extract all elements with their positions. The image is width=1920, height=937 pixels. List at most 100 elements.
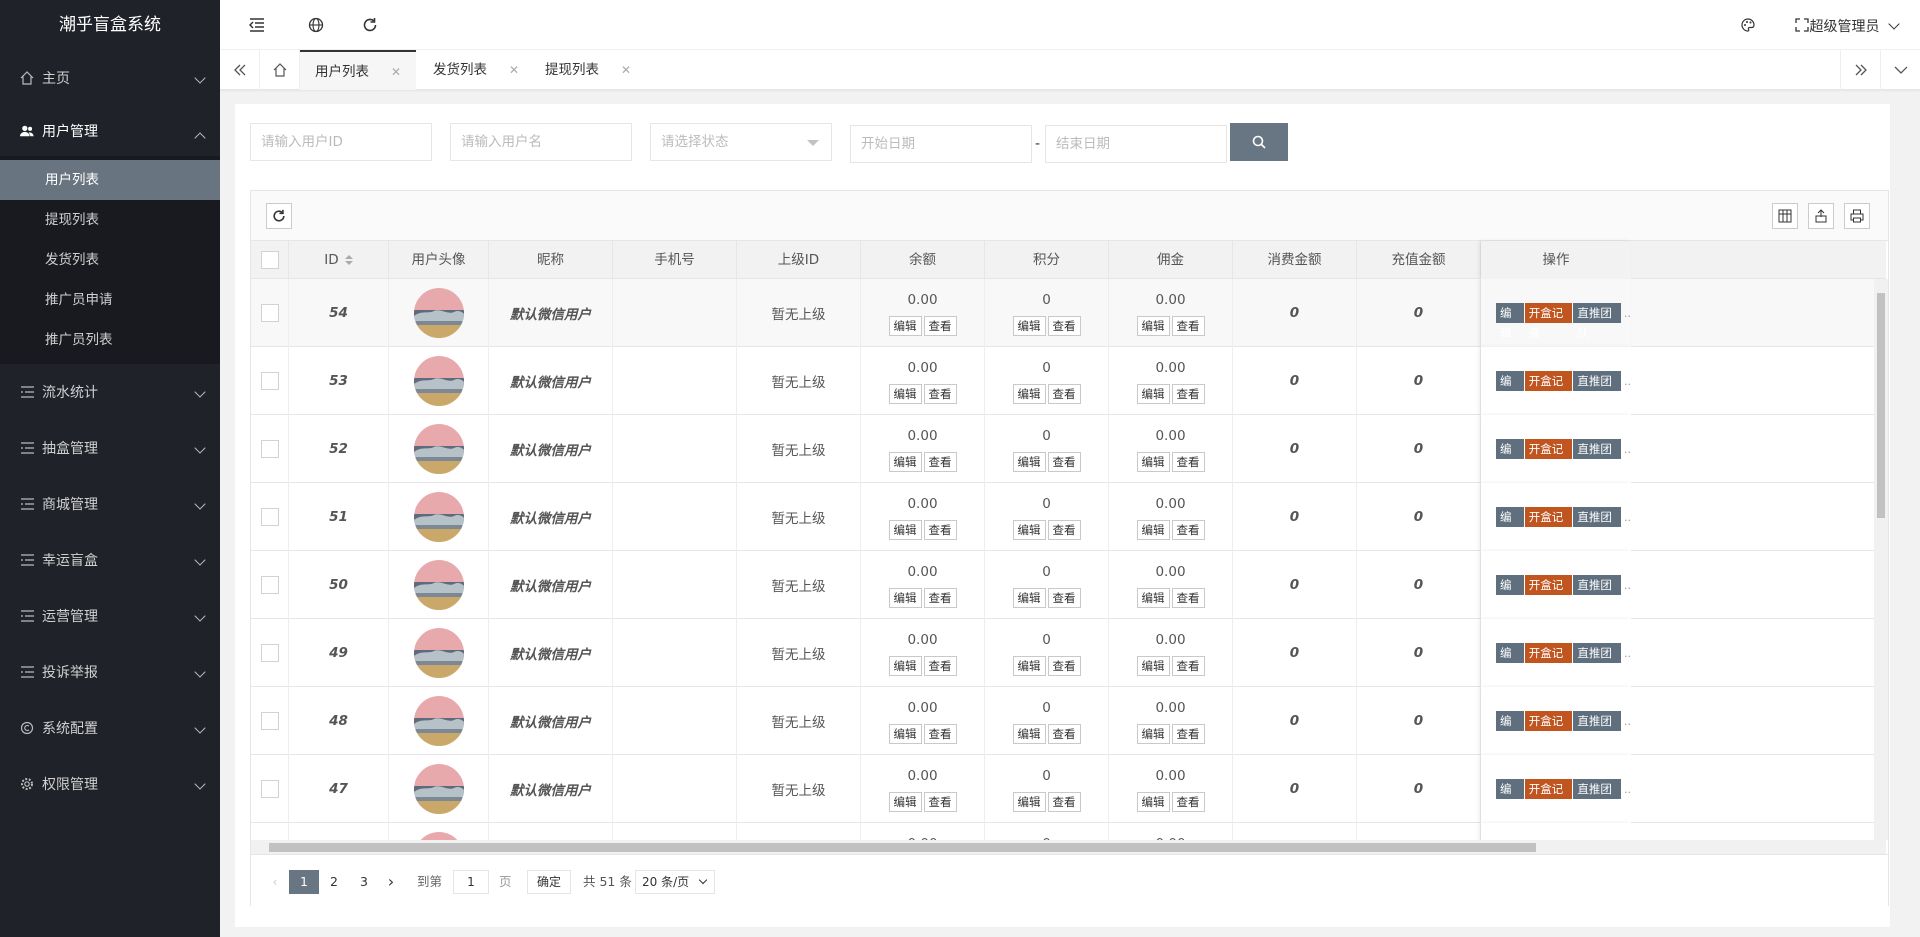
view-balance-button[interactable]: 查看 <box>923 724 957 744</box>
table-row[interactable]: 48 默认微信用户 暂无上级 0.00 编辑 查看 0 编辑 查看 0.00 编辑 查看 0 0 编辑 开盒记… <box>251 687 1886 755</box>
box-records-button[interactable]: 开盒记录 <box>1524 439 1573 476</box>
direct-team-button[interactable]: 直推团队 <box>1573 643 1621 680</box>
view-points-button[interactable]: 查看 <box>1047 792 1081 812</box>
edit-user-button[interactable]: 编辑 <box>1496 507 1524 544</box>
column-header[interactable]: ID <box>289 241 389 279</box>
search-button[interactable] <box>1230 123 1288 161</box>
start-date-input[interactable]: 开始日期 <box>850 125 1032 163</box>
sidebar-item-5[interactable]: 幸运盲盒 <box>0 532 220 588</box>
view-points-button[interactable]: 查看 <box>1047 452 1081 472</box>
scrollbar-thumb[interactable] <box>1877 293 1885 518</box>
direct-team-button[interactable]: 直推团队 <box>1573 371 1621 408</box>
end-date-input[interactable]: 结束日期 <box>1045 125 1227 163</box>
box-records-button[interactable]: 开盒记录 <box>1524 507 1573 544</box>
submenu-item-1[interactable]: 提现列表 <box>0 200 220 240</box>
submenu-item-3[interactable]: 推广员申请 <box>0 280 220 320</box>
vertical-scrollbar[interactable] <box>1874 279 1888 840</box>
box-records-button[interactable]: 开盒记录 <box>1524 371 1573 408</box>
table-row[interactable]: 49 默认微信用户 暂无上级 0.00 编辑 查看 0 编辑 查看 0.00 编辑 查看 0 0 编辑 开盒记… <box>251 619 1886 687</box>
horizontal-scrollbar[interactable] <box>251 840 1886 854</box>
refresh-icon[interactable] <box>360 15 380 35</box>
sidebar-item-7[interactable]: 投诉举报 <box>0 644 220 700</box>
view-commission-button[interactable]: 查看 <box>1171 724 1205 744</box>
view-points-button[interactable]: 查看 <box>1047 656 1081 676</box>
prev-page-icon[interactable]: ‹ <box>265 870 285 894</box>
edit-user-button[interactable]: 编辑 <box>1496 575 1524 612</box>
edit-user-button[interactable]: 编辑 <box>1496 371 1524 408</box>
confirm-page-button[interactable]: 确定 <box>527 870 571 894</box>
edit-points-button[interactable]: 编辑 <box>1012 520 1046 540</box>
edit-commission-button[interactable]: 编辑 <box>1136 384 1170 404</box>
table-row[interactable]: 47 默认微信用户 暂无上级 0.00 编辑 查看 0 编辑 查看 0.00 编辑 查看 0 0 编辑 开盒记… <box>251 755 1886 823</box>
edit-commission-button[interactable]: 编辑 <box>1136 724 1170 744</box>
tab-user-list[interactable]: 用户列表 ✕ <box>300 50 417 90</box>
edit-balance-button[interactable]: 编辑 <box>888 520 922 540</box>
edit-user-button[interactable]: 编辑 <box>1496 303 1524 340</box>
edit-user-button[interactable]: 编辑 <box>1496 439 1524 476</box>
sidebar-item-3[interactable]: 抽盒管理 <box>0 420 220 476</box>
edit-user-button[interactable]: 编辑 <box>1496 779 1524 816</box>
sort-icon[interactable] <box>344 255 353 265</box>
row-checkbox[interactable] <box>260 644 279 662</box>
view-balance-button[interactable]: 查看 <box>923 792 957 812</box>
export-icon[interactable] <box>1808 203 1834 229</box>
edit-balance-button[interactable]: 编辑 <box>888 656 922 676</box>
view-commission-button[interactable]: 查看 <box>1171 588 1205 608</box>
view-balance-button[interactable]: 查看 <box>923 384 957 404</box>
edit-commission-button[interactable]: 编辑 <box>1136 520 1170 540</box>
theme-icon[interactable] <box>1738 15 1758 35</box>
box-records-button[interactable]: 开盒记录 <box>1524 303 1573 340</box>
status-select[interactable]: 请选择状态 <box>650 123 832 161</box>
sidebar-item-1[interactable]: 用户管理 <box>0 106 220 156</box>
edit-commission-button[interactable]: 编辑 <box>1136 316 1170 336</box>
table-row[interactable]: 54 默认微信用户 暂无上级 0.00 编辑 查看 0 编辑 查看 0.00 编辑 查看 0 0 编辑 开盒记… <box>251 279 1886 347</box>
view-commission-button[interactable]: 查看 <box>1171 792 1205 812</box>
table-row[interactable]: 53 默认微信用户 暂无上级 0.00 编辑 查看 0 编辑 查看 0.00 编辑 查看 0 0 编辑 开盒记… <box>251 347 1886 415</box>
user-id-input[interactable]: 请输入用户ID <box>250 123 432 161</box>
scrollbar-thumb[interactable] <box>269 843 1536 852</box>
submenu-item-4[interactable]: 推广员列表 <box>0 320 220 360</box>
table-row[interactable]: 50 默认微信用户 暂无上级 0.00 编辑 查看 0 编辑 查看 0.00 编辑 查看 0 0 编辑 开盒记… <box>251 551 1886 619</box>
view-points-button[interactable]: 查看 <box>1047 588 1081 608</box>
view-points-button[interactable]: 查看 <box>1047 724 1081 744</box>
per-page-select[interactable]: 20 条/页 <box>635 870 715 894</box>
print-icon[interactable] <box>1844 203 1870 229</box>
box-records-button[interactable]: 开盒记录 <box>1524 711 1573 748</box>
table-row[interactable]: 0.00编辑查看0编辑查看0.00编辑查看 <box>251 823 1886 840</box>
tab-shipping-list[interactable]: 发货列表 ✕ <box>418 50 534 90</box>
row-checkbox[interactable] <box>260 440 279 458</box>
submenu-item-2[interactable]: 发货列表 <box>0 240 220 280</box>
collapse-menu-icon[interactable] <box>247 15 267 35</box>
close-icon[interactable]: ✕ <box>391 65 401 79</box>
edit-balance-button[interactable]: 编辑 <box>888 792 922 812</box>
view-balance-button[interactable]: 查看 <box>923 452 957 472</box>
sidebar-item-0[interactable]: 主页 <box>0 50 220 106</box>
edit-points-button[interactable]: 编辑 <box>1012 792 1046 812</box>
next-page-icon[interactable]: › <box>379 870 403 894</box>
view-balance-button[interactable]: 查看 <box>923 656 957 676</box>
view-commission-button[interactable]: 查看 <box>1171 452 1205 472</box>
view-points-button[interactable]: 查看 <box>1047 384 1081 404</box>
direct-team-button[interactable]: 直推团队 <box>1573 711 1621 748</box>
home-tab-icon[interactable] <box>260 50 300 90</box>
table-refresh-icon[interactable] <box>266 203 292 229</box>
close-icon[interactable]: ✕ <box>621 63 631 77</box>
edit-balance-button[interactable]: 编辑 <box>888 384 922 404</box>
row-checkbox[interactable] <box>260 508 279 526</box>
row-checkbox[interactable] <box>260 780 279 798</box>
close-icon[interactable]: ✕ <box>509 63 519 77</box>
view-points-button[interactable]: 查看 <box>1047 520 1081 540</box>
direct-team-button[interactable]: 直推团队 <box>1573 303 1621 340</box>
sidebar-item-9[interactable]: 权限管理 <box>0 756 220 812</box>
submenu-item-0[interactable]: 用户列表 <box>0 160 220 200</box>
edit-points-button[interactable]: 编辑 <box>1012 452 1046 472</box>
box-records-button[interactable]: 开盒记录 <box>1524 643 1573 680</box>
sidebar-item-2[interactable]: 流水统计 <box>0 364 220 420</box>
goto-page-input[interactable]: 1 <box>453 870 489 894</box>
edit-points-button[interactable]: 编辑 <box>1012 316 1046 336</box>
page-2[interactable]: 2 <box>319 870 349 894</box>
box-records-button[interactable]: 开盒记录 <box>1524 575 1573 612</box>
edit-user-button[interactable]: 编辑 <box>1496 711 1524 748</box>
view-commission-button[interactable]: 查看 <box>1171 520 1205 540</box>
direct-team-button[interactable]: 直推团队 <box>1573 439 1621 476</box>
